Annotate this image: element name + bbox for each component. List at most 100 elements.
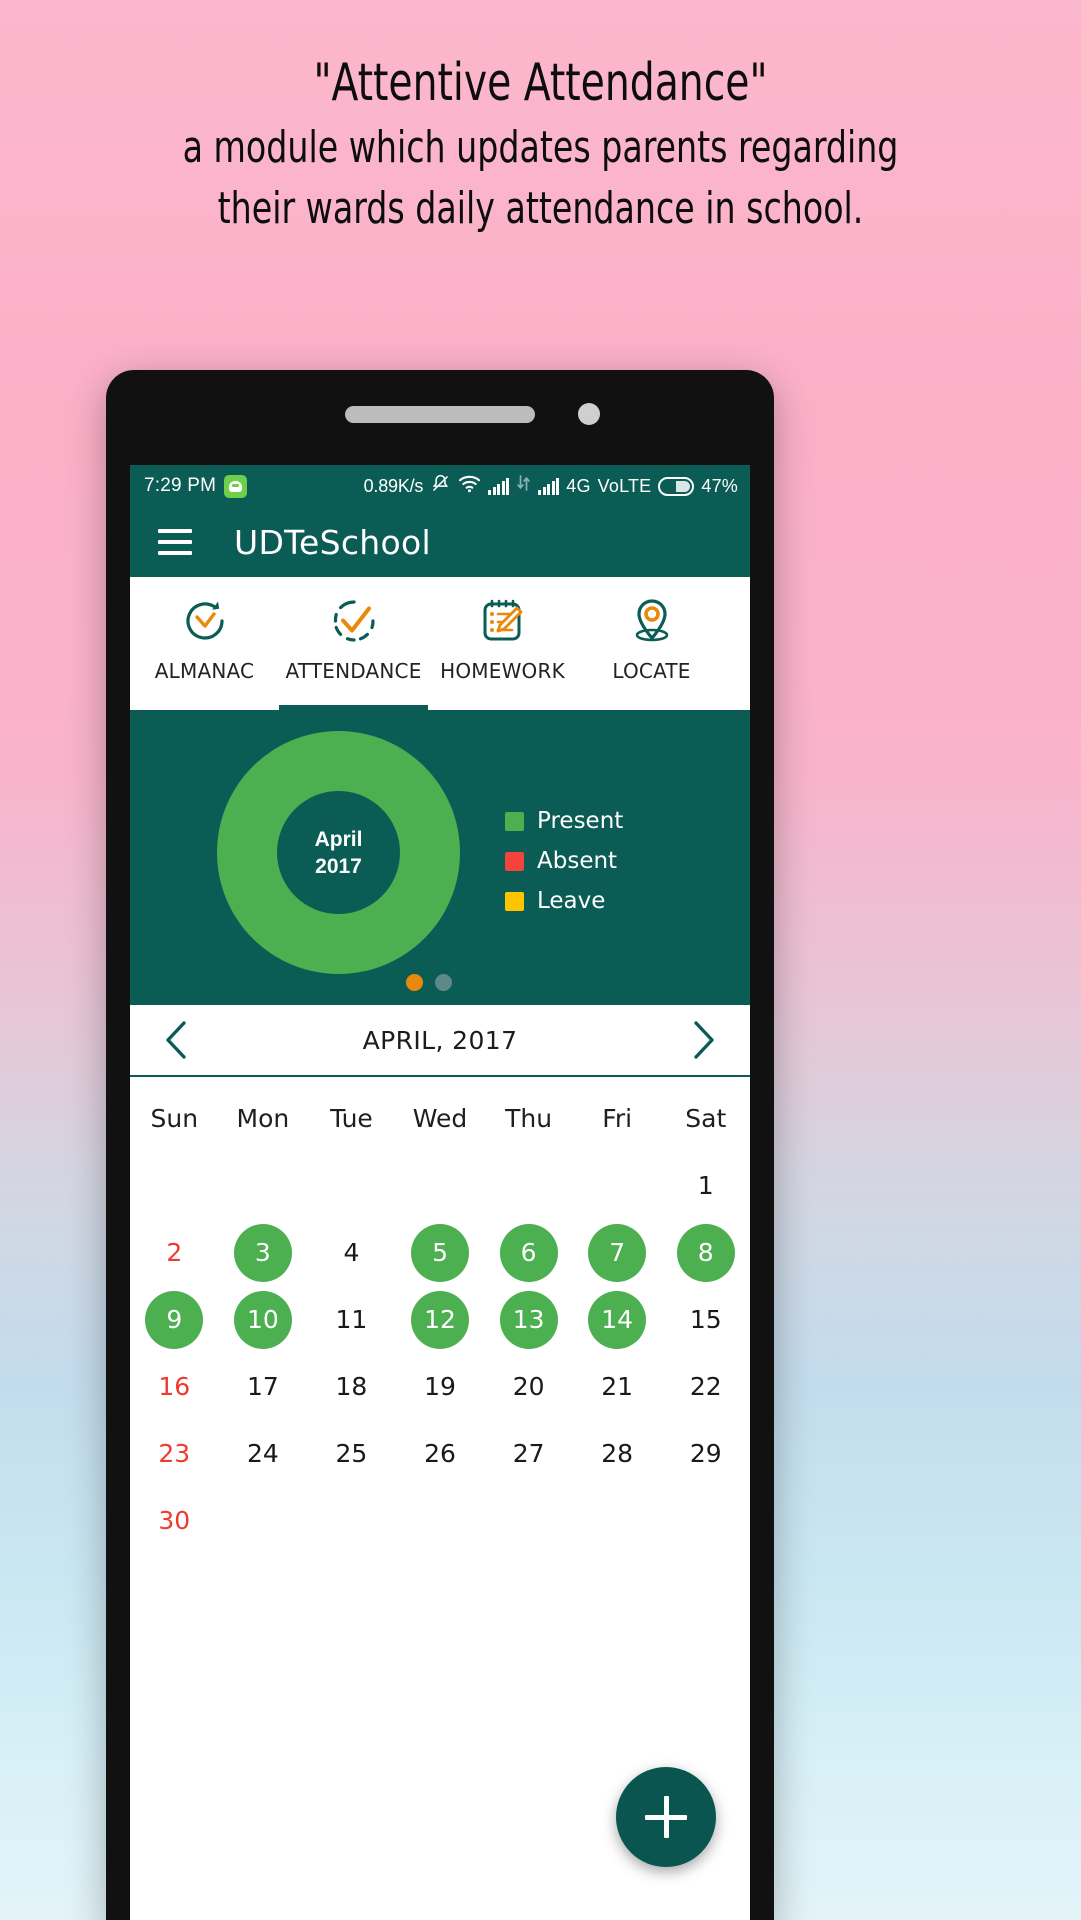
chevron-left-icon[interactable]: [160, 1018, 194, 1062]
hamburger-menu-icon[interactable]: [158, 529, 192, 555]
calendar-day-cell[interactable]: 16: [130, 1353, 219, 1420]
phone-mockup: 7:29 PM 0.89K/s 4G VoLTE 47% UDTeSchool …: [106, 370, 774, 1920]
calendar-day-30: 30: [158, 1506, 191, 1535]
status-bar: 7:29 PM 0.89K/s 4G VoLTE 47%: [130, 465, 750, 507]
calendar-day-12: 12: [411, 1290, 470, 1349]
add-attendance-fab[interactable]: [616, 1767, 716, 1867]
calendar-day-cell[interactable]: 12: [396, 1286, 485, 1353]
chart-legend: Present Absent Leave: [505, 808, 623, 914]
calendar-day-cell[interactable]: 29: [661, 1420, 750, 1487]
calendar-day-20: 20: [512, 1372, 545, 1401]
donut-month: April: [314, 827, 363, 851]
calendar-day-cell[interactable]: 21: [573, 1353, 662, 1420]
calendar-day-14: 14: [588, 1290, 647, 1349]
donut-center-label: April 2017: [277, 791, 400, 914]
promo-subtitle-line1: a module which updates parents regarding: [182, 122, 899, 173]
calendar-week-row: 2 3 4 5678: [130, 1219, 750, 1286]
legend-item-absent: Absent: [505, 848, 623, 874]
calendar-day-27: 27: [512, 1439, 545, 1468]
legend-label-leave: Leave: [537, 888, 606, 914]
calendar-day-cell[interactable]: 15: [661, 1286, 750, 1353]
calendar-day-cell[interactable]: 9: [130, 1286, 219, 1353]
calendar-day-cell[interactable]: 27: [484, 1420, 573, 1487]
calendar-day-cell[interactable]: 28: [573, 1420, 662, 1487]
calendar-day-cell[interactable]: 13: [484, 1286, 573, 1353]
tab-label-almanac: ALMANAC: [154, 659, 255, 683]
calendar-day-cell: [396, 1152, 485, 1219]
tab-attendance[interactable]: ATTENDANCE: [279, 577, 428, 710]
bell-muted-icon: [430, 473, 451, 500]
tab-homework[interactable]: HOMEWORK: [428, 577, 577, 710]
dow-mon: Mon: [219, 1085, 308, 1152]
calendar-day-cell[interactable]: 4: [307, 1219, 396, 1286]
calendar-day-cell[interactable]: 1: [661, 1152, 750, 1219]
calendar-week-row: 9 10 11 12 13 14 15: [130, 1286, 750, 1353]
clock-refresh-icon: [179, 594, 231, 648]
promo-subtitle-line2: their wards daily attendance in school.: [217, 183, 864, 234]
calendar-day-cell[interactable]: 10: [219, 1286, 308, 1353]
calendar-body: 1 2 3 4 5 6 7 8 9 10 11 12 13 14 15 16 17 18 19 20 21 22 23 24 2…: [130, 1152, 750, 1554]
battery-icon: [658, 476, 695, 496]
calendar-day-cell[interactable]: 30: [130, 1487, 219, 1554]
calendar-day-cell[interactable]: 11: [307, 1286, 396, 1353]
legend-label-absent: Absent: [537, 848, 618, 874]
tab-bar: ALMANAC ATTENDANCE HOMEWORK LOCATE: [130, 577, 750, 710]
plus-icon: [645, 1796, 687, 1838]
calendar-day-cell[interactable]: 6: [484, 1219, 573, 1286]
attendance-chart-card: April 2017 Present Absent Leave: [130, 710, 750, 1005]
phone-screen: 7:29 PM 0.89K/s 4G VoLTE 47% UDTeSchool …: [130, 465, 750, 1920]
tab-exam[interactable]: EX: [726, 577, 750, 710]
carousel-dot-inactive[interactable]: [435, 974, 452, 991]
calendar-day-10: 10: [233, 1290, 292, 1349]
calendar-day-19: 19: [424, 1372, 456, 1401]
calendar-day-cell[interactable]: 18: [307, 1353, 396, 1420]
calendar-day-cell[interactable]: 19: [396, 1353, 485, 1420]
calendar-day-cell[interactable]: 14: [573, 1286, 662, 1353]
calendar-day-cell: [573, 1487, 662, 1554]
calendar-day-6: 6: [499, 1223, 558, 1282]
calendar-day-8: 8: [676, 1223, 735, 1282]
calendar-day-cell[interactable]: 23: [130, 1420, 219, 1487]
legend-swatch-leave: [505, 891, 524, 911]
calendar-day-cell[interactable]: 2: [130, 1219, 219, 1286]
dow-wed: Wed: [396, 1085, 485, 1152]
legend-item-leave: Leave: [505, 888, 623, 914]
dow-label: Sat: [685, 1104, 727, 1133]
attendance-donut-chart: April 2017: [217, 731, 460, 974]
calendar-day-cell[interactable]: 17: [219, 1353, 308, 1420]
calendar-week-row: 23 24 25 26 27 28 29: [130, 1420, 750, 1487]
calendar-day-cell[interactable]: 8: [661, 1219, 750, 1286]
calendar-day-3: 3: [233, 1223, 292, 1282]
carousel-dot-active[interactable]: [406, 974, 423, 991]
calendar-day-cell[interactable]: 24: [219, 1420, 308, 1487]
dow-label: Fri: [602, 1104, 633, 1133]
phone-front-camera: [578, 403, 600, 425]
map-pin-icon: [626, 594, 678, 648]
calendar-day-cell[interactable]: 26: [396, 1420, 485, 1487]
app-title: UDTeSchool: [234, 522, 431, 562]
signal-bars-icon: [488, 477, 510, 495]
calendar-day-cell: [307, 1487, 396, 1554]
calendar-day-cell: [573, 1152, 662, 1219]
calendar-day-cell: [307, 1152, 396, 1219]
calendar-header-row: Sun Mon Tue Wed Thu Fri Sat: [130, 1085, 750, 1152]
calendar-day-cell[interactable]: 5: [396, 1219, 485, 1286]
tab-almanac[interactable]: ALMANAC: [130, 577, 279, 710]
promo-text-block: "Attentive Attendance" a module which up…: [0, 52, 1081, 236]
app-bar: UDTeSchool: [130, 507, 750, 577]
tab-locate[interactable]: LOCATE: [577, 577, 726, 710]
carousel-dots: [406, 974, 452, 991]
tab-label-homework: HOMEWORK: [440, 659, 565, 683]
calendar-day-24: 24: [246, 1439, 279, 1468]
calendar-day-cell[interactable]: 25: [307, 1420, 396, 1487]
calendar-day-cell[interactable]: 7: [573, 1219, 662, 1286]
calendar-day-15: 15: [689, 1305, 722, 1334]
calendar-day-cell[interactable]: 3: [219, 1219, 308, 1286]
chevron-right-icon[interactable]: [686, 1018, 720, 1062]
status-network-type: 4G: [566, 475, 591, 496]
calendar-day-16: 16: [158, 1372, 191, 1401]
calendar-day-cell[interactable]: 22: [661, 1353, 750, 1420]
calendar-day-29: 29: [689, 1439, 722, 1468]
calendar-day-cell[interactable]: 20: [484, 1353, 573, 1420]
calendar-day-23: 23: [158, 1439, 191, 1468]
